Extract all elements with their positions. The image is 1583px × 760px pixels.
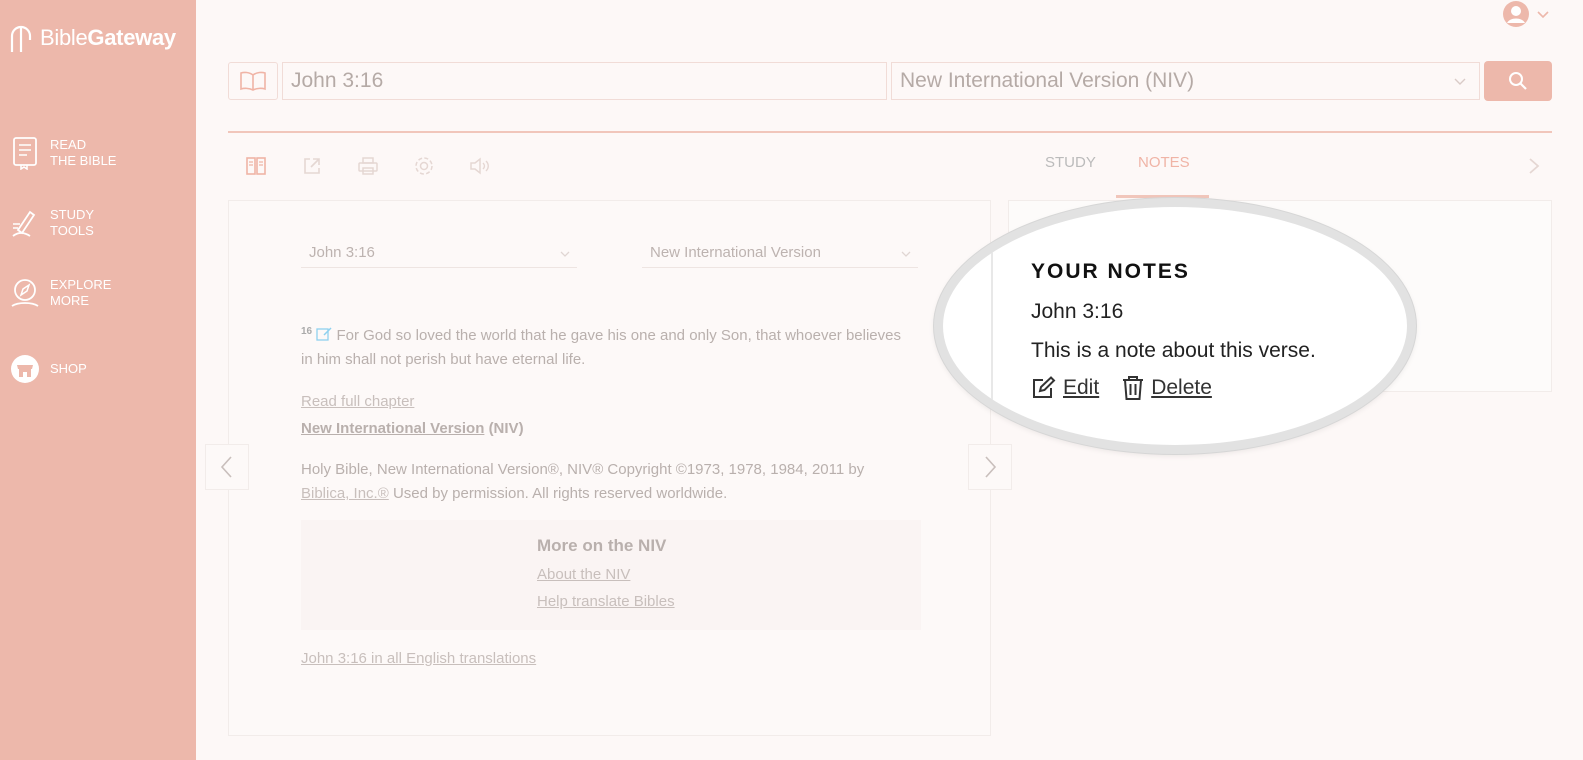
edit-icon	[1033, 376, 1056, 398]
trash-icon	[1123, 376, 1144, 400]
edit-label: Edit	[1063, 376, 1100, 399]
chevron-down-icon	[901, 251, 911, 257]
sidebar-item-label: READ	[50, 137, 87, 152]
sidebar-item-study-tools[interactable]: STUDY TOOLS	[10, 206, 94, 240]
publisher-link[interactable]: Biblica, Inc.®	[301, 485, 389, 502]
your-notes-heading: YOUR NOTES	[1031, 260, 1190, 283]
verse-number: 16	[301, 326, 313, 337]
search-button[interactable]	[1484, 61, 1552, 101]
previous-passage-button[interactable]	[205, 444, 249, 490]
audio-button[interactable]	[467, 153, 493, 179]
edit-note-button[interactable]: Edit	[1031, 376, 1099, 400]
gear-icon	[415, 157, 433, 175]
shop-icon	[10, 352, 40, 386]
sidebar-item-label: STUDY	[50, 207, 95, 222]
divider	[228, 131, 1552, 133]
parallel-view-button[interactable]	[243, 153, 269, 179]
avatar-icon	[1503, 1, 1529, 27]
sidebar-item-explore-more[interactable]: EXPLORE MORE	[10, 276, 111, 310]
magnifier-callout	[934, 198, 1416, 454]
chevron-left-icon	[220, 456, 232, 478]
compass-icon	[10, 276, 40, 310]
chevron-down-icon	[560, 251, 570, 257]
speaker-icon	[470, 157, 489, 175]
note-edit-icon[interactable]	[316, 327, 332, 341]
more-on-version-title: More on the NIV	[537, 536, 667, 555]
verse-text: For God so loved the world that he gave …	[301, 327, 901, 368]
logo-text: BibleGateway	[40, 25, 176, 50]
book-icon	[10, 136, 40, 170]
parallel-columns-icon	[246, 157, 266, 175]
sidebar-item-shop[interactable]: SHOP	[10, 352, 87, 386]
sidebar-item-label: EXPLORE	[50, 277, 112, 292]
verse-text-block: 16 For God so loved the world that he ga…	[301, 320, 911, 372]
print-button[interactable]	[355, 153, 381, 179]
chevron-down-icon	[1454, 78, 1466, 85]
bible-gateway-logo[interactable]: BibleGateway	[8, 22, 176, 54]
version-name-link[interactable]: New International Version	[301, 420, 484, 437]
copyright-text: Holy Bible, New International Version®, …	[301, 461, 865, 478]
read-full-chapter-link[interactable]: Read full chapter	[301, 393, 414, 410]
permission-text: Used by permission. All rights reserved …	[392, 485, 728, 502]
tab-study[interactable]: STUDY	[1045, 154, 1096, 171]
tab-notes[interactable]: NOTES	[1138, 154, 1190, 171]
printer-icon	[358, 157, 378, 175]
sidebar-item-read-the-bible[interactable]: READ THE BIBLE	[10, 136, 116, 170]
open-book-icon	[240, 71, 266, 91]
gateway-arch-icon	[10, 25, 32, 52]
delete-note-button[interactable]: Delete	[1121, 375, 1212, 401]
user-menu[interactable]	[1502, 0, 1550, 28]
sidebar-item-label: TOOLS	[50, 223, 94, 238]
all-translations-link[interactable]: John 3:16 in all English translations	[301, 650, 536, 667]
version-select-value: New International Version (NIV)	[900, 69, 1195, 92]
next-passage-button[interactable]	[968, 444, 1012, 490]
version-abbr: (NIV)	[488, 420, 524, 437]
divider	[991, 207, 993, 445]
note-actions: Edit Delete	[1031, 375, 1234, 401]
chevron-right-icon	[985, 456, 997, 478]
search-icon	[1509, 72, 1527, 90]
about-version-link[interactable]: About the NIV	[537, 566, 630, 583]
chevron-down-icon	[1537, 11, 1549, 19]
verse-block: 16 For God so loved the world that he ga…	[301, 320, 911, 506]
study-tools-icon	[10, 206, 40, 240]
reference-select[interactable]: John 3:16	[301, 244, 577, 268]
reference-select-value: John 3:16	[309, 244, 375, 261]
external-link-icon	[304, 158, 320, 174]
settings-button[interactable]	[411, 153, 437, 179]
sidebar-item-label: THE BIBLE	[50, 153, 117, 168]
note-text: This is a note about this verse.	[1031, 339, 1316, 362]
chevron-right-icon[interactable]	[1527, 157, 1541, 175]
passage-version-select[interactable]: New International Version	[642, 244, 918, 268]
sidebar-item-label: SHOP	[50, 361, 87, 376]
share-button[interactable]	[299, 153, 325, 179]
help-translate-link[interactable]: Help translate Bibles	[537, 593, 675, 610]
note-reference: John 3:16	[1031, 300, 1124, 323]
delete-label: Delete	[1151, 376, 1212, 399]
passage-browser-button[interactable]	[228, 62, 278, 100]
search-input[interactable]	[282, 62, 887, 100]
sidebar-item-label: MORE	[50, 293, 89, 308]
sidebar: BibleGateway READ THE BIBLE STUDY TOOLS EX…	[0, 0, 196, 760]
version-select[interactable]: New International Version (NIV)	[891, 62, 1480, 100]
passage-version-value: New International Version	[650, 244, 821, 261]
